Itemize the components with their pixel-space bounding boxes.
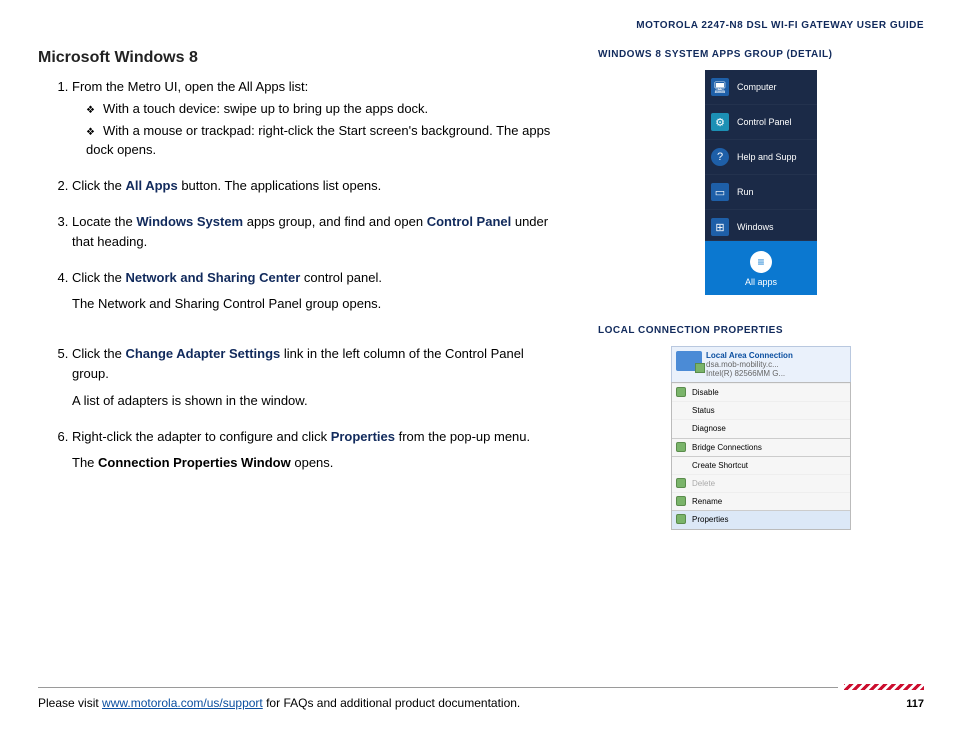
win8-label-control-panel: Control Panel: [737, 117, 792, 127]
lcp-rename: Rename: [672, 492, 850, 510]
lcp-sub: dsa.mob-mobility.c... Intel(R) 82566MM G…: [706, 360, 793, 378]
lcp-context-menu: Disable Status Diagnose Bridge Connectio…: [671, 382, 851, 530]
control-panel-icon: ⚙: [711, 113, 729, 131]
lcp-delete: Delete: [672, 474, 850, 492]
win8-row-control-panel: ⚙ Control Panel: [705, 105, 817, 140]
figure-2-caption: LOCAL CONNECTION PROPERTIES: [598, 325, 924, 336]
step-5-a: Click the: [72, 346, 125, 361]
step-1-text: From the Metro UI, open the All Apps lis…: [72, 79, 308, 94]
windows-icon: ⊞: [711, 218, 729, 236]
figure-1-caption: WINDOWS 8 SYSTEM APPS GROUP (DETAIL): [598, 49, 924, 60]
win8-row-computer: 🖥 Computer: [705, 70, 817, 105]
instructions-column: Microsoft Windows 8 From the Metro UI, o…: [38, 49, 558, 530]
lcp-bridge: Bridge Connections: [672, 438, 850, 456]
footer-rule: [38, 687, 838, 688]
win8-all-apps: ≡ All apps: [705, 241, 817, 295]
lcp-diagnose: Diagnose: [672, 419, 850, 437]
win8-row-windows: ⊞ Windows: [705, 210, 817, 241]
step-3-c: apps group, and find and open: [243, 214, 427, 229]
figures-column: WINDOWS 8 SYSTEM APPS GROUP (DETAIL) 🖥 C…: [598, 49, 924, 530]
lcp-properties: Properties: [672, 510, 850, 528]
step-6: Right-click the adapter to configure and…: [72, 427, 558, 473]
win8-label-run: Run: [737, 187, 754, 197]
win8-row-run: ▭ Run: [705, 175, 817, 210]
all-apps-icon: ≡: [750, 251, 772, 273]
win8-all-apps-label: All apps: [705, 277, 817, 287]
local-connection-figure: Local Area Connection dsa.mob-mobility.c…: [671, 346, 851, 530]
step-2-c: button. The applications list opens.: [178, 178, 382, 193]
shield-icon: [676, 514, 686, 524]
step-4: Click the Network and Sharing Center con…: [72, 268, 558, 314]
win8-apps-panel: 🖥 Computer ⚙ Control Panel ? Help and Su…: [705, 70, 817, 295]
step-4-b: Network and Sharing Center: [125, 270, 300, 285]
shield-icon: [676, 387, 686, 397]
shield-icon: [676, 496, 686, 506]
lcp-status: Status: [672, 401, 850, 419]
win8-row-help: ? Help and Supp: [705, 140, 817, 175]
step-6-c: from the pop-up menu.: [395, 429, 530, 444]
step-6-p: The Connection Properties Window opens.: [72, 453, 558, 473]
page-footer: Please visit www.motorola.com/us/support…: [38, 684, 924, 710]
step-1-sub-a: With a touch device: swipe up to bring u…: [86, 99, 558, 119]
step-5-b: Change Adapter Settings: [125, 346, 280, 361]
win8-label-computer: Computer: [737, 82, 777, 92]
step-6-a: Right-click the adapter to configure and…: [72, 429, 331, 444]
step-list: From the Metro UI, open the All Apps lis…: [38, 77, 558, 473]
step-5-p: A list of adapters is shown in the windo…: [72, 391, 558, 411]
step-3-d: Control Panel: [427, 214, 512, 229]
page-number: 117: [906, 698, 924, 710]
lcp-disable: Disable: [672, 383, 850, 401]
step-2-b: All Apps: [125, 178, 177, 193]
shield-icon: [676, 442, 686, 452]
step-5: Click the Change Adapter Settings link i…: [72, 344, 558, 410]
step-4-c: control panel.: [300, 270, 382, 285]
step-4-p: The Network and Sharing Control Panel gr…: [72, 294, 558, 314]
win8-label-help: Help and Supp: [737, 152, 797, 162]
lcp-adapter: Local Area Connection dsa.mob-mobility.c…: [671, 346, 851, 383]
help-icon: ?: [711, 148, 729, 166]
win8-label-windows: Windows: [737, 222, 774, 232]
step-3: Locate the Windows System apps group, an…: [72, 212, 558, 252]
step-4-a: Click the: [72, 270, 125, 285]
doc-header-title: MOTOROLA 2247-N8 DSL WI-FI GATEWAY USER …: [38, 20, 924, 31]
step-1: From the Metro UI, open the All Apps lis…: [72, 77, 558, 160]
step-2-a: Click the: [72, 178, 125, 193]
step-6-b: Properties: [331, 429, 395, 444]
footer-text: Please visit www.motorola.com/us/support…: [38, 696, 520, 710]
computer-icon: 🖥: [711, 78, 729, 96]
step-3-a: Locate the: [72, 214, 136, 229]
footer-stripes: [844, 684, 924, 690]
step-1-sub-b: With a mouse or trackpad: right-click th…: [86, 121, 558, 160]
section-title: Microsoft Windows 8: [38, 49, 558, 67]
support-link[interactable]: www.motorola.com/us/support: [102, 696, 263, 710]
step-3-b: Windows System: [136, 214, 243, 229]
shield-icon: [676, 478, 686, 488]
step-2: Click the All Apps button. The applicati…: [72, 176, 558, 196]
run-icon: ▭: [711, 183, 729, 201]
lcp-title: Local Area Connection: [706, 351, 793, 360]
lcp-shortcut: Create Shortcut: [672, 456, 850, 474]
network-adapter-icon: [676, 351, 702, 371]
